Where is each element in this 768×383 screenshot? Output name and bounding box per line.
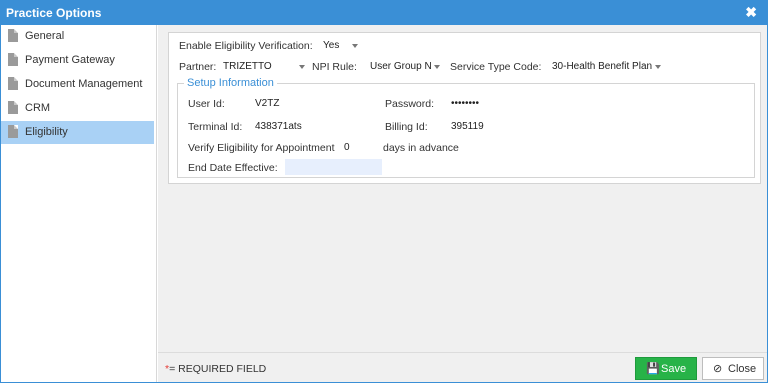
close-icon[interactable]: ✖ — [745, 4, 757, 21]
required-text: = REQUIRED FIELD — [169, 363, 267, 375]
user-id-label: User Id: — [188, 98, 225, 110]
enable-eligibility-label: Enable Eligibility Verification: — [179, 40, 313, 52]
npi-rule-label: NPI Rule: — [312, 61, 357, 73]
chevron-down-icon[interactable] — [434, 65, 440, 69]
npi-rule-select[interactable]: User Group N — [370, 61, 432, 72]
save-button-label: Save — [661, 363, 687, 375]
password-value[interactable]: •••••••• — [451, 98, 479, 109]
verify-days-suffix: days in advance — [383, 142, 459, 154]
practice-options-dialog: Practice Options ✖ General Payment Gatew… — [0, 0, 768, 383]
document-icon — [8, 29, 18, 42]
document-icon — [8, 101, 18, 114]
terminal-id-value[interactable]: 438371ats — [255, 121, 302, 132]
save-button[interactable]: 💾 Save — [635, 357, 697, 380]
required-field-note: *= REQUIRED FIELD — [165, 363, 266, 375]
cancel-icon: ⊘ — [713, 363, 723, 375]
end-date-label: End Date Effective: — [188, 162, 278, 174]
content-area: Enable Eligibility Verification: Yes Par… — [158, 25, 767, 352]
document-icon — [8, 125, 18, 138]
sidebar-item-eligibility[interactable]: Eligibility — [1, 121, 154, 144]
billing-id-value[interactable]: 395119 — [451, 121, 484, 132]
eligibility-panel: Enable Eligibility Verification: Yes Par… — [168, 32, 761, 184]
dialog-title: Practice Options — [6, 6, 102, 20]
sidebar: General Payment Gateway Document Managem… — [1, 25, 157, 382]
setup-information-fieldset: Setup Information User Id: V2TZ Password… — [177, 77, 755, 178]
save-icon: 💾 — [646, 363, 660, 375]
sidebar-item-label: Eligibility — [25, 126, 68, 138]
user-id-value[interactable]: V2TZ — [255, 98, 279, 109]
partner-select[interactable]: TRIZETTO — [223, 61, 272, 72]
sidebar-item-label: General — [25, 30, 65, 42]
sidebar-item-payment-gateway[interactable]: Payment Gateway — [1, 49, 154, 72]
close-button[interactable]: ⊘ Close — [702, 357, 764, 380]
sidebar-item-label: Payment Gateway — [25, 54, 115, 66]
setup-information-legend: Setup Information — [184, 77, 277, 89]
chevron-down-icon[interactable] — [299, 65, 305, 69]
end-date-input[interactable] — [285, 159, 382, 175]
verify-days-input[interactable]: 0 — [344, 142, 350, 153]
chevron-down-icon[interactable] — [352, 44, 358, 48]
chevron-down-icon[interactable] — [655, 65, 661, 69]
footer: *= REQUIRED FIELD 💾 Save ⊘ Close — [158, 352, 767, 382]
partner-label: Partner: — [179, 61, 217, 73]
service-type-select[interactable]: 30-Health Benefit Plan — [552, 61, 652, 72]
sidebar-item-document-management[interactable]: Document Management — [1, 73, 154, 96]
sidebar-item-label: Document Management — [25, 78, 143, 90]
title-bar: Practice Options ✖ — [1, 1, 767, 25]
verify-eligibility-label: Verify Eligibility for Appointment — [188, 142, 335, 154]
sidebar-item-general[interactable]: General — [1, 25, 154, 48]
document-icon — [8, 53, 18, 66]
sidebar-item-label: CRM — [25, 102, 51, 114]
sidebar-item-crm[interactable]: CRM — [1, 97, 154, 120]
close-button-label: Close — [728, 363, 757, 375]
password-label: Password: — [385, 98, 435, 110]
document-icon — [8, 77, 18, 90]
terminal-id-label: Terminal Id: — [188, 121, 243, 133]
billing-id-label: Billing Id: — [385, 121, 428, 133]
enable-eligibility-select[interactable]: Yes — [323, 40, 339, 51]
service-type-label: Service Type Code: — [450, 61, 542, 73]
